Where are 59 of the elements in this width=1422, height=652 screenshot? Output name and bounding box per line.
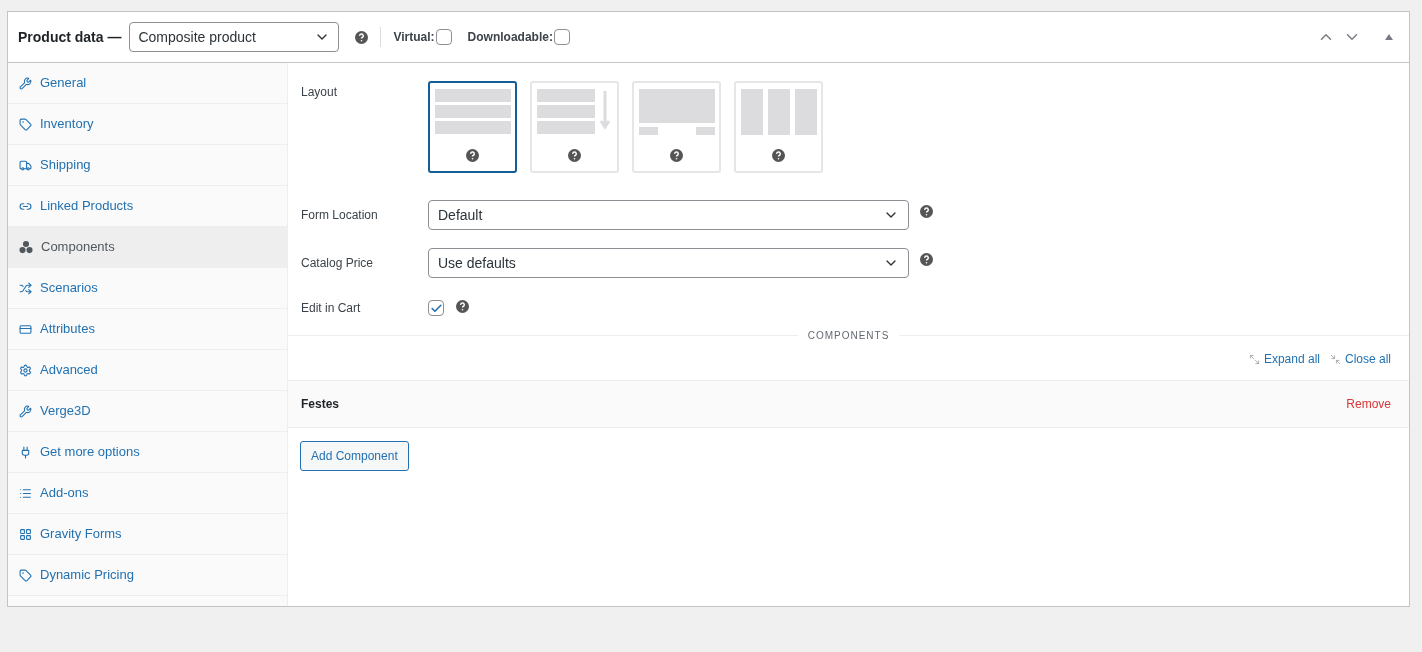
layout-option[interactable] [428,81,517,173]
help-icon [568,149,581,162]
collapse-icon [1329,353,1341,365]
sidebar-tab[interactable]: Scenarios [8,268,287,309]
sidebar-tab[interactable]: Add-ons [8,473,287,514]
panel-title: Product data — [18,27,122,47]
select-field[interactable]: Use defaults [428,248,909,278]
tag-icon [19,568,32,582]
field-label: Catalog Price [301,255,375,272]
help-icon [466,149,479,162]
field-label: Layout [301,84,339,101]
select-field[interactable]: Default [428,200,909,230]
sidebar-tab[interactable]: Gravity Forms [8,514,287,555]
help-icon [456,299,469,313]
sidebar-tab[interactable]: Inventory [8,104,287,145]
layout-preview-icon [638,89,715,135]
shuffle-icon [19,281,32,295]
sidebar-tab[interactable]: Advanced [8,350,287,391]
wrench-icon [19,76,32,90]
virtual-label: Virtual: [393,29,435,46]
field-label: Edit in Cart [301,300,362,317]
tag-icon [19,117,32,131]
remove-link[interactable]: Remove [1346,395,1391,413]
layout-preview-icon [536,89,613,135]
help-icon [772,149,785,162]
downloadable-label: Downloadable: [467,29,553,46]
circles-icon [19,240,33,254]
sidebar-tab[interactable]: Dynamic Pricing [8,555,287,596]
close-all-link[interactable]: Close all [1344,350,1391,368]
expand-icon [1248,353,1260,365]
sidebar-tab[interactable]: Get more options [8,432,287,473]
plug-icon [19,445,32,459]
help-icon [670,149,683,162]
add-component-button[interactable]: Add Component [300,441,409,471]
help-icon [355,30,369,44]
component-row[interactable]: Festes Remove [288,380,1409,428]
sidebar-tab[interactable]: Verge3D [8,391,287,432]
sidebar-tab[interactable]: General [8,63,287,104]
gear-icon [19,363,32,377]
sidebar-tab[interactable]: Components [8,227,287,268]
help-icon [920,252,933,266]
virtual-checkbox[interactable] [435,29,452,45]
sidebar-tab[interactable]: Shipping [8,145,287,186]
list-icon [19,486,32,500]
layout-preview-icon [434,89,511,135]
field-label: Form Location [301,207,379,224]
expand-all-link[interactable]: Expand all [1263,350,1320,368]
card-icon [19,322,32,336]
collapse-icon[interactable] [1385,34,1393,40]
component-name: Festes [301,396,340,413]
sidebar-tab[interactable]: Attributes [8,309,287,350]
edit-in-cart-checkbox[interactable] [428,300,444,316]
downloadable-checkbox[interactable] [553,29,570,45]
help-icon [920,204,933,218]
product-type-select[interactable]: Composite product [129,22,340,52]
wrench-icon [19,404,32,418]
grid-icon [19,527,32,541]
layout-preview-icon [740,89,817,135]
truck-icon [19,158,32,172]
